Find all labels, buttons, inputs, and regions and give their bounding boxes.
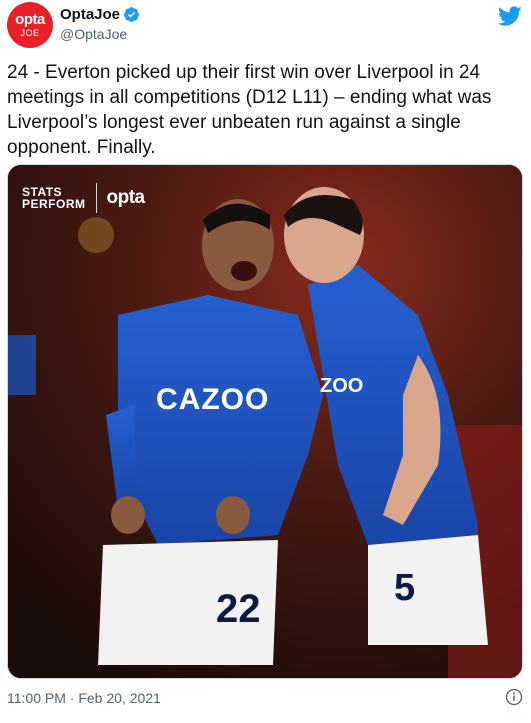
tweet-footer: 11:00 PM · Feb 20, 2021 bbox=[7, 688, 523, 710]
shirt-sponsor-right: ZOO bbox=[320, 375, 364, 397]
author-name-row: OptaJoe bbox=[60, 6, 140, 23]
brand-divider bbox=[95, 183, 97, 213]
tweet-text: 24 - Everton picked up their first win o… bbox=[7, 62, 492, 158]
tweet-header: opta JOE OptaJoe @OptaJoe bbox=[0, 0, 531, 52]
tweet-timestamp[interactable]: 11:00 PM · Feb 20, 2021 bbox=[7, 690, 161, 706]
twitter-bird-icon[interactable] bbox=[498, 4, 522, 28]
shirt-sponsor-left: CAZOO bbox=[156, 383, 270, 416]
author-display-name[interactable]: OptaJoe bbox=[60, 6, 120, 23]
tweet-photo[interactable]: STATS PERFORM opta CAZOO ZOO 22 5 bbox=[7, 164, 523, 679]
author-handle[interactable]: @OptaJoe bbox=[60, 26, 127, 42]
brand-opta: opta bbox=[106, 187, 146, 208]
avatar-text-line2: JOE bbox=[20, 28, 40, 38]
avatar[interactable]: opta JOE bbox=[7, 2, 53, 48]
brand-perform: PERFORM bbox=[22, 197, 86, 211]
verified-badge-icon bbox=[124, 7, 139, 22]
avatar-text-line1: opta bbox=[15, 11, 45, 28]
shorts-number-right: 5 bbox=[394, 567, 416, 609]
photo-scene bbox=[8, 165, 522, 678]
stats-perform-opta-logo: STATS PERFORM opta bbox=[22, 183, 145, 213]
shorts-number-left: 22 bbox=[216, 587, 261, 631]
info-icon[interactable] bbox=[505, 688, 523, 706]
